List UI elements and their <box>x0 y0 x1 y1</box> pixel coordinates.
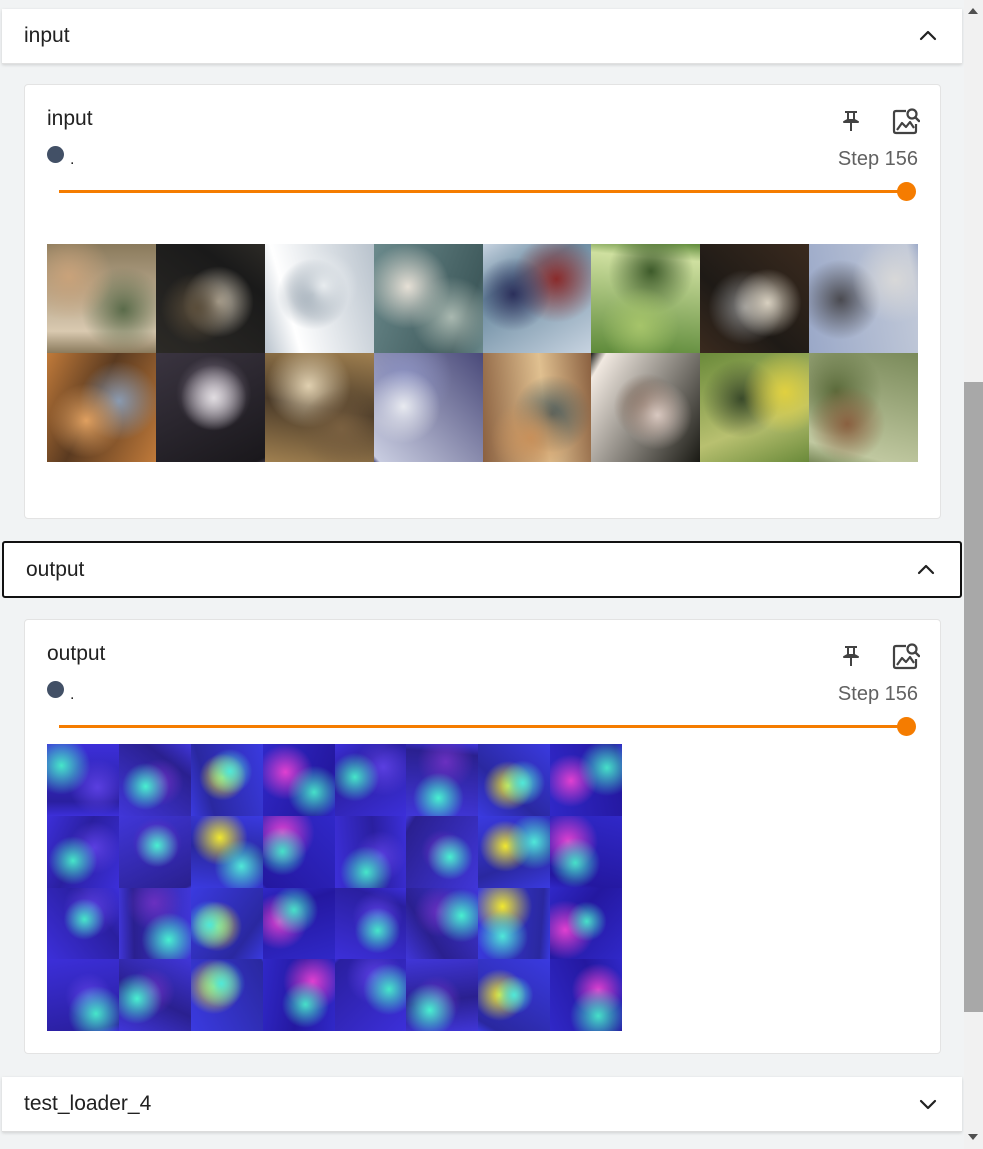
pin-icon[interactable] <box>840 109 862 133</box>
image-tile <box>809 353 918 462</box>
card-title: input <box>47 107 93 130</box>
image-tile <box>334 959 407 1031</box>
image-tile <box>334 887 407 960</box>
image-tile <box>47 244 156 353</box>
image-tile <box>262 744 335 816</box>
image-tile <box>406 959 479 1031</box>
image-tile <box>700 244 810 353</box>
run-label: . <box>70 151 75 168</box>
image-tile <box>482 353 592 462</box>
image-card-input: input . Step 156 <box>24 84 941 519</box>
image-tile <box>550 815 622 888</box>
image-tile <box>406 887 479 960</box>
image-tile <box>262 959 335 1031</box>
step-slider-track[interactable] <box>59 190 907 193</box>
section-header-input[interactable]: input <box>2 9 962 64</box>
step-slider-thumb[interactable] <box>897 717 916 736</box>
image-tile <box>591 244 701 353</box>
image-tile <box>118 959 191 1031</box>
step-slider-track[interactable] <box>59 725 907 728</box>
pin-icon[interactable] <box>840 644 862 668</box>
image-tile <box>155 353 265 462</box>
image-tile <box>262 815 335 888</box>
section-title: output <box>26 557 85 581</box>
image-tile <box>47 887 119 960</box>
card-title: output <box>47 642 106 665</box>
scrollbar-thumb[interactable] <box>964 382 983 1012</box>
image-tile <box>591 353 701 462</box>
image-tile <box>550 744 622 816</box>
run-color-dot <box>47 681 64 698</box>
run-label: . <box>70 686 75 703</box>
section-title: test_loader_4 <box>24 1092 152 1115</box>
image-tile <box>47 959 119 1031</box>
image-tile <box>406 815 479 888</box>
image-tile <box>155 244 265 353</box>
image-tile <box>373 244 483 353</box>
image-tile <box>262 887 335 960</box>
image-tile <box>700 353 810 462</box>
section-title: input <box>24 24 70 47</box>
image-tile <box>264 244 374 353</box>
chevron-up-icon[interactable] <box>918 26 938 46</box>
image-tile <box>478 959 551 1031</box>
image-tile <box>334 744 407 816</box>
image-search-icon[interactable] <box>892 107 920 135</box>
image-tile <box>118 815 191 888</box>
image-tile <box>482 244 592 353</box>
divider <box>2 1131 962 1132</box>
scroll-up-arrow-icon[interactable] <box>968 8 978 14</box>
scroll-down-arrow-icon[interactable] <box>968 1134 978 1140</box>
input-image-grid <box>47 244 918 462</box>
image-tile <box>118 887 191 960</box>
run-color-dot <box>47 146 64 163</box>
image-tile <box>406 744 479 816</box>
image-tile <box>118 744 191 816</box>
chevron-up-icon[interactable] <box>916 560 936 580</box>
dashboard-viewport: input input . Step 156 output output . S… <box>0 0 964 1149</box>
image-tile <box>264 353 374 462</box>
image-tile <box>478 887 551 960</box>
step-label: Step 156 <box>837 683 918 705</box>
image-search-icon[interactable] <box>892 642 920 670</box>
image-card-output: output . Step 156 <box>24 619 941 1054</box>
image-tile <box>190 887 263 960</box>
image-tile <box>47 815 119 888</box>
image-tile <box>190 744 263 816</box>
step-slider-thumb[interactable] <box>897 182 916 201</box>
image-tile <box>550 887 622 960</box>
image-tile <box>373 353 483 462</box>
image-tile <box>190 959 263 1031</box>
image-tile <box>334 815 407 888</box>
image-tile <box>190 815 263 888</box>
image-tile <box>478 815 551 888</box>
image-tile <box>478 744 551 816</box>
output-image-grid <box>47 744 622 1031</box>
image-tile <box>47 353 156 462</box>
step-label: Step 156 <box>837 148 918 170</box>
chevron-down-icon[interactable] <box>918 1094 938 1114</box>
section-header-output[interactable]: output <box>2 541 962 598</box>
image-tile <box>809 244 918 353</box>
image-tile <box>550 959 622 1031</box>
section-header-test-loader-4[interactable]: test_loader_4 <box>2 1077 962 1132</box>
image-tile <box>47 744 119 816</box>
